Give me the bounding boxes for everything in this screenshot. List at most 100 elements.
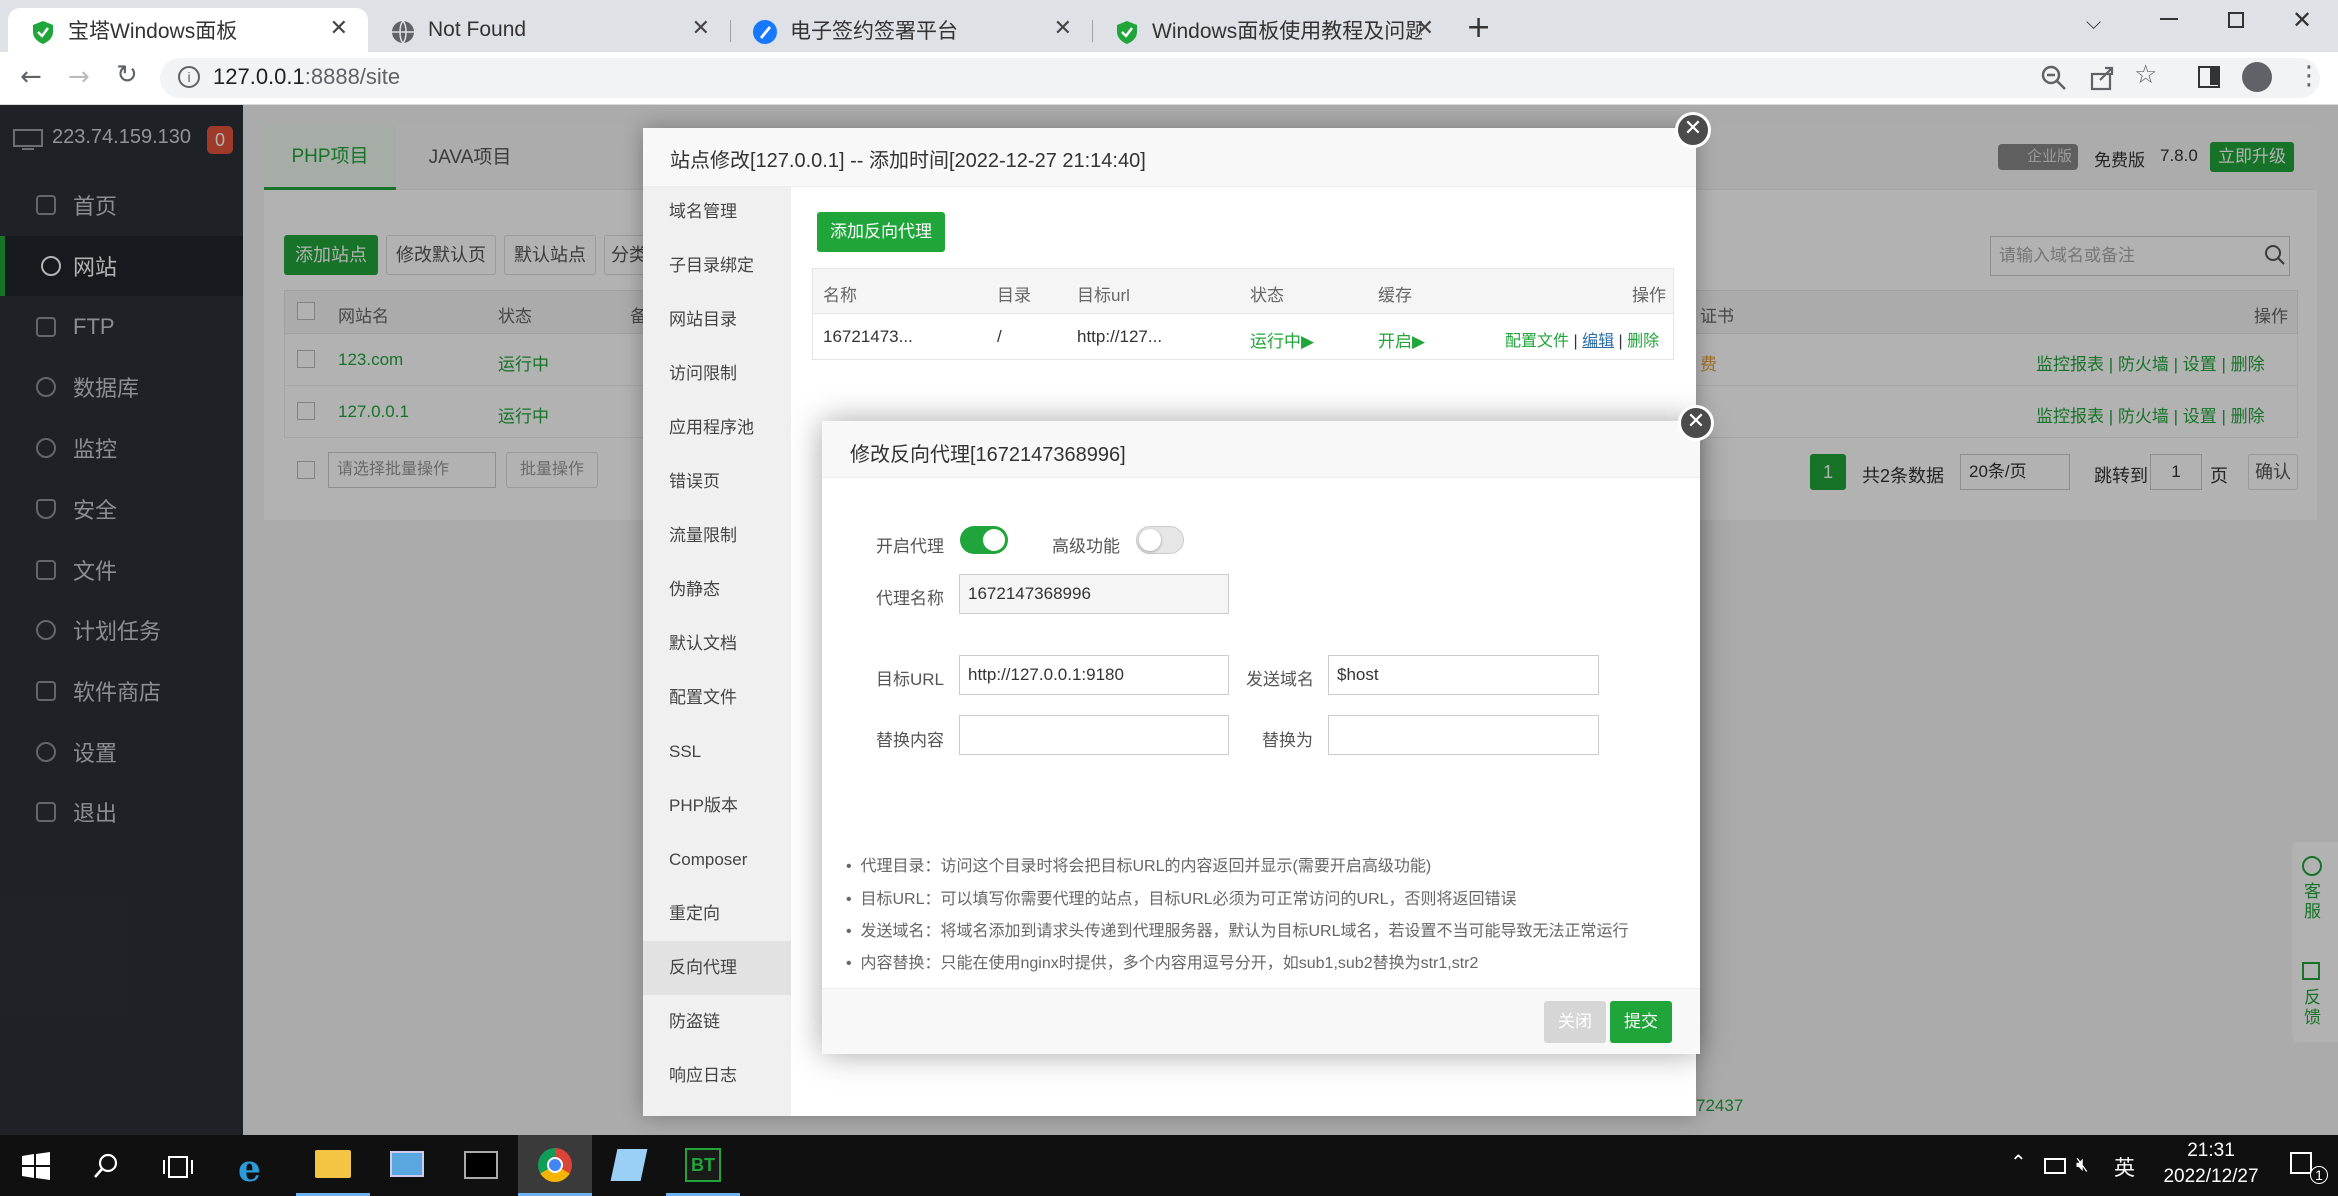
close-tab-icon[interactable]: ✕ — [1416, 16, 1434, 41]
omnibox[interactable] — [160, 58, 2320, 98]
tab-search-chevron-icon[interactable]: ⌵ — [2086, 10, 2101, 34]
submit-button[interactable]: 提交 — [1610, 1001, 1672, 1043]
proxy-delete-link[interactable]: 删除 — [1627, 333, 1659, 350]
back-arrow-icon[interactable]: ← — [20, 62, 42, 92]
proxy-config-link[interactable]: 配置文件 — [1505, 333, 1569, 350]
ime-indicator[interactable]: 英 — [2114, 1152, 2135, 1182]
bookmark-star-icon[interactable]: ☆ — [2134, 60, 2157, 90]
nav-domain[interactable]: 域名管理 — [643, 185, 791, 239]
nav-subdir[interactable]: 子目录绑定 — [643, 239, 791, 293]
globe-icon — [392, 20, 414, 44]
task-view-icon[interactable] — [162, 1154, 194, 1180]
replace-to-label: 替换为 — [1262, 731, 1313, 750]
replace-content-input[interactable] — [959, 715, 1229, 755]
side-panel-icon[interactable] — [2198, 66, 2220, 88]
taskbar-chrome[interactable] — [518, 1135, 592, 1196]
clock-date[interactable]: 2022/12/27 — [2148, 1166, 2274, 1188]
site-edit-close-icon[interactable]: ✕ — [1675, 112, 1711, 148]
control-panel-icon — [390, 1151, 424, 1177]
close-tab-icon[interactable]: ✕ — [330, 16, 348, 41]
tab-title: 宝塔Windows面板 — [68, 20, 238, 43]
nav-access-limit[interactable]: 访问限制 — [643, 347, 791, 401]
close-tab-icon[interactable]: ✕ — [1054, 16, 1072, 41]
taskbar-notepad[interactable] — [592, 1135, 666, 1196]
volume-muted-icon[interactable]: 🔇︎ — [2076, 1152, 2089, 1176]
zoom-icon[interactable] — [2040, 64, 2068, 92]
edit-proxy-modal-title: 修改反向代理[1672147368996] — [850, 444, 1126, 466]
col-proxy-dir: 目录 — [997, 286, 1031, 305]
nav-ssl[interactable]: SSL — [643, 725, 791, 779]
tip-text: 代理目录：访问这个目录时将会把目标URL的内容返回并显示(需要开启高级功能) — [860, 858, 1432, 875]
nav-reverse-proxy[interactable]: 反向代理 — [643, 941, 791, 995]
tip-item: • 代理目录：访问这个目录时将会把目标URL的内容返回并显示(需要开启高级功能) — [846, 858, 1432, 875]
nav-site-dir[interactable]: 网站目录 — [643, 293, 791, 347]
clock-time[interactable]: 21:31 — [2176, 1140, 2246, 1162]
nav-traffic-limit[interactable]: 流量限制 — [643, 509, 791, 563]
close-button[interactable]: 关闭 — [1544, 1001, 1606, 1043]
search-icon[interactable] — [92, 1152, 120, 1180]
terminal-icon — [464, 1151, 498, 1179]
profile-avatar[interactable] — [2242, 62, 2272, 92]
nav-php-version[interactable]: PHP版本 — [643, 779, 791, 833]
tip-text: 目标URL：可以填写你需要代理的站点，目标URL必须为可正常访问的URL，否则将… — [860, 891, 1517, 908]
advanced-toggle[interactable] — [1136, 526, 1184, 554]
proxy-name-input[interactable]: 1672147368996 — [959, 574, 1229, 614]
taskbar-explorer[interactable] — [296, 1135, 370, 1196]
bt-shield-icon — [33, 21, 53, 44]
url-host: 127.0.0.1 — [213, 64, 305, 89]
nav-config-file[interactable]: 配置文件 — [643, 671, 791, 725]
restore-button[interactable] — [2228, 12, 2244, 28]
nav-error-page[interactable]: 错误页 — [643, 455, 791, 509]
site-edit-modal-title: 站点修改[127.0.0.1] -- 添加时间[2022-12-27 21:14… — [670, 150, 1146, 172]
browser-tab-bt-panel[interactable]: 宝塔Windows面板 ✕ — [8, 8, 368, 52]
proxy-edit-link[interactable]: 编辑 — [1582, 333, 1614, 350]
esign-logo-icon — [753, 20, 777, 44]
network-icon[interactable] — [2044, 1158, 2066, 1174]
minimize-button[interactable] — [2160, 18, 2178, 20]
nav-default-doc[interactable]: 默认文档 — [643, 617, 791, 671]
replace-content-label: 替换内容 — [876, 731, 944, 750]
proxy-dir: / — [997, 327, 1002, 346]
add-reverse-proxy-button[interactable]: 添加反向代理 — [817, 212, 945, 252]
proxy-cache-toggle[interactable]: 开启▶ — [1378, 327, 1425, 352]
taskbar-control-panel[interactable] — [370, 1135, 444, 1196]
browser-tab-bt-tutorial[interactable]: Windows面板使用教程及问题汇 ✕ — [1092, 8, 1454, 52]
nav-rewrite[interactable]: 伪静态 — [643, 563, 791, 617]
notification-icon[interactable] — [2290, 1152, 2312, 1174]
proxy-name: 16721473... — [823, 327, 913, 346]
col-proxy-url: 目标url — [1077, 286, 1130, 305]
proxy-status-toggle[interactable]: 运行中▶ — [1250, 327, 1314, 352]
replace-to-input[interactable] — [1328, 715, 1599, 755]
proxy-url: http://127... — [1077, 327, 1163, 346]
windows-start-icon[interactable] — [22, 1152, 50, 1180]
browser-tab-not-found[interactable]: Not Found ✕ — [368, 8, 730, 52]
forward-arrow-icon[interactable]: → — [68, 62, 90, 92]
notepad-icon — [610, 1149, 648, 1181]
taskbar-cmd[interactable] — [444, 1135, 518, 1196]
share-icon[interactable] — [2088, 64, 2116, 92]
send-domain-input[interactable]: $host — [1328, 655, 1599, 695]
ie-icon[interactable]: e — [238, 1148, 261, 1190]
nav-response-log[interactable]: 响应日志 — [643, 1049, 791, 1103]
tip-text: 发送域名：将域名添加到请求头传递到代理服务器，默认为目标URL域名，若设置不当可… — [860, 923, 1629, 940]
nav-redirect[interactable]: 重定向 — [643, 887, 791, 941]
new-tab-button[interactable]: + — [1466, 10, 1491, 45]
nav-composer[interactable]: Composer — [643, 833, 791, 887]
notification-count: 1 — [2310, 1166, 2328, 1184]
url-text[interactable]: 127.0.0.1:8888/site — [213, 64, 400, 90]
tray-chevron-icon[interactable]: ⌃ — [2010, 1150, 2027, 1174]
browser-tab-esign[interactable]: 电子签约签署平台 ✕ — [730, 8, 1092, 52]
nav-hotlink[interactable]: 防盗链 — [643, 995, 791, 1049]
window-close-button[interactable]: ✕ — [2292, 6, 2312, 34]
browser-menu-icon[interactable]: ⋮ — [2296, 60, 2322, 91]
nav-app-pool[interactable]: 应用程序池 — [643, 401, 791, 455]
close-tab-icon[interactable]: ✕ — [692, 16, 710, 41]
edit-proxy-close-icon[interactable]: ✕ — [1678, 405, 1714, 441]
reload-icon[interactable]: ↻ — [116, 60, 138, 90]
proxy-ops: 配置文件 | 编辑 | 删除 — [1505, 333, 1660, 350]
taskbar-bt[interactable]: BT — [666, 1135, 740, 1196]
info-icon[interactable]: i — [178, 66, 200, 88]
target-url-input[interactable]: http://127.0.0.1:9180 — [959, 655, 1229, 695]
enable-proxy-label: 开启代理 — [876, 537, 944, 556]
enable-proxy-toggle[interactable] — [960, 526, 1008, 554]
